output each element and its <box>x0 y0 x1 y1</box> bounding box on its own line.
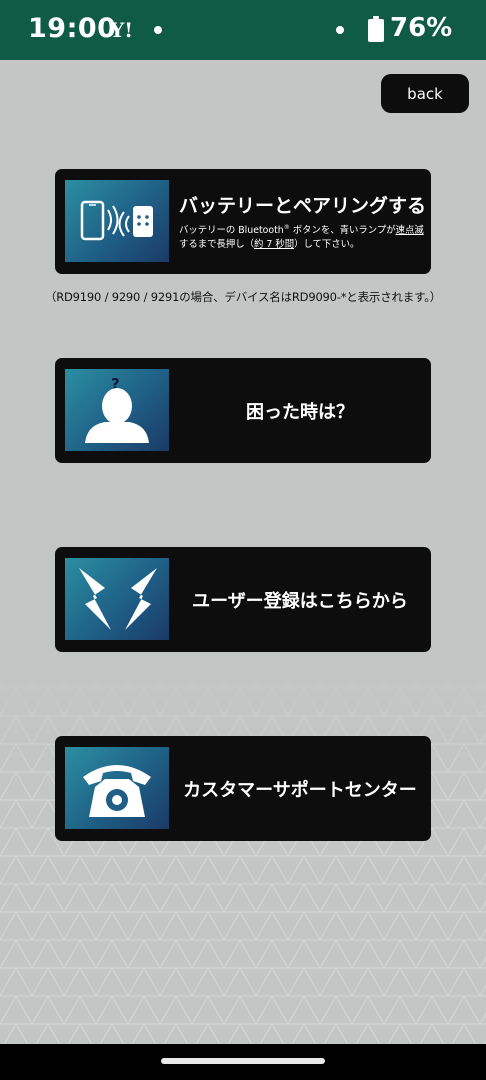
user-registration-title: ユーザー登録はこちらから <box>192 591 408 612</box>
status-bar: 19:00 Y! 76% <box>0 0 486 60</box>
user-registration-button[interactable]: ユーザー登録はこちらから <box>55 547 431 652</box>
yahoo-icon: Y! <box>110 18 134 42</box>
brand-logo-icon <box>65 558 169 640</box>
back-button[interactable]: back <box>381 74 469 113</box>
signal-dot-icon <box>336 26 344 34</box>
pairing-instructions: バッテリーの Bluetooth® ボタンを、青いランプが速点滅 するまで長押し… <box>179 224 424 251</box>
telephone-icon <box>65 747 169 829</box>
notification-dot-icon <box>154 26 162 34</box>
battery-percent: 76% <box>390 13 453 43</box>
troubleshooting-title: 困った時は？ <box>246 402 354 423</box>
navigation-bar <box>0 1044 486 1080</box>
customer-support-button[interactable]: カスタマーサポートセンター <box>55 736 431 841</box>
troubleshooting-button[interactable]: ? 困った時は？ <box>55 358 431 463</box>
customer-support-title: カスタマーサポートセンター <box>183 780 417 801</box>
battery-icon <box>368 16 384 42</box>
home-gesture-handle[interactable] <box>161 1058 325 1064</box>
phone-bluetooth-battery-icon <box>65 180 169 262</box>
pair-battery-button[interactable]: バッテリーとペアリングする バッテリーの Bluetooth® ボタンを、青いラ… <box>55 169 431 274</box>
device-name-note: （RD9190 / 9290 / 9291の場合、デバイス名はRD9090-*と… <box>44 290 442 304</box>
pairing-title: バッテリーとペアリングする <box>179 195 427 217</box>
triangle-pattern-background <box>0 660 486 1044</box>
person-question-icon: ? <box>65 369 169 451</box>
status-time: 19:00 <box>28 13 117 44</box>
